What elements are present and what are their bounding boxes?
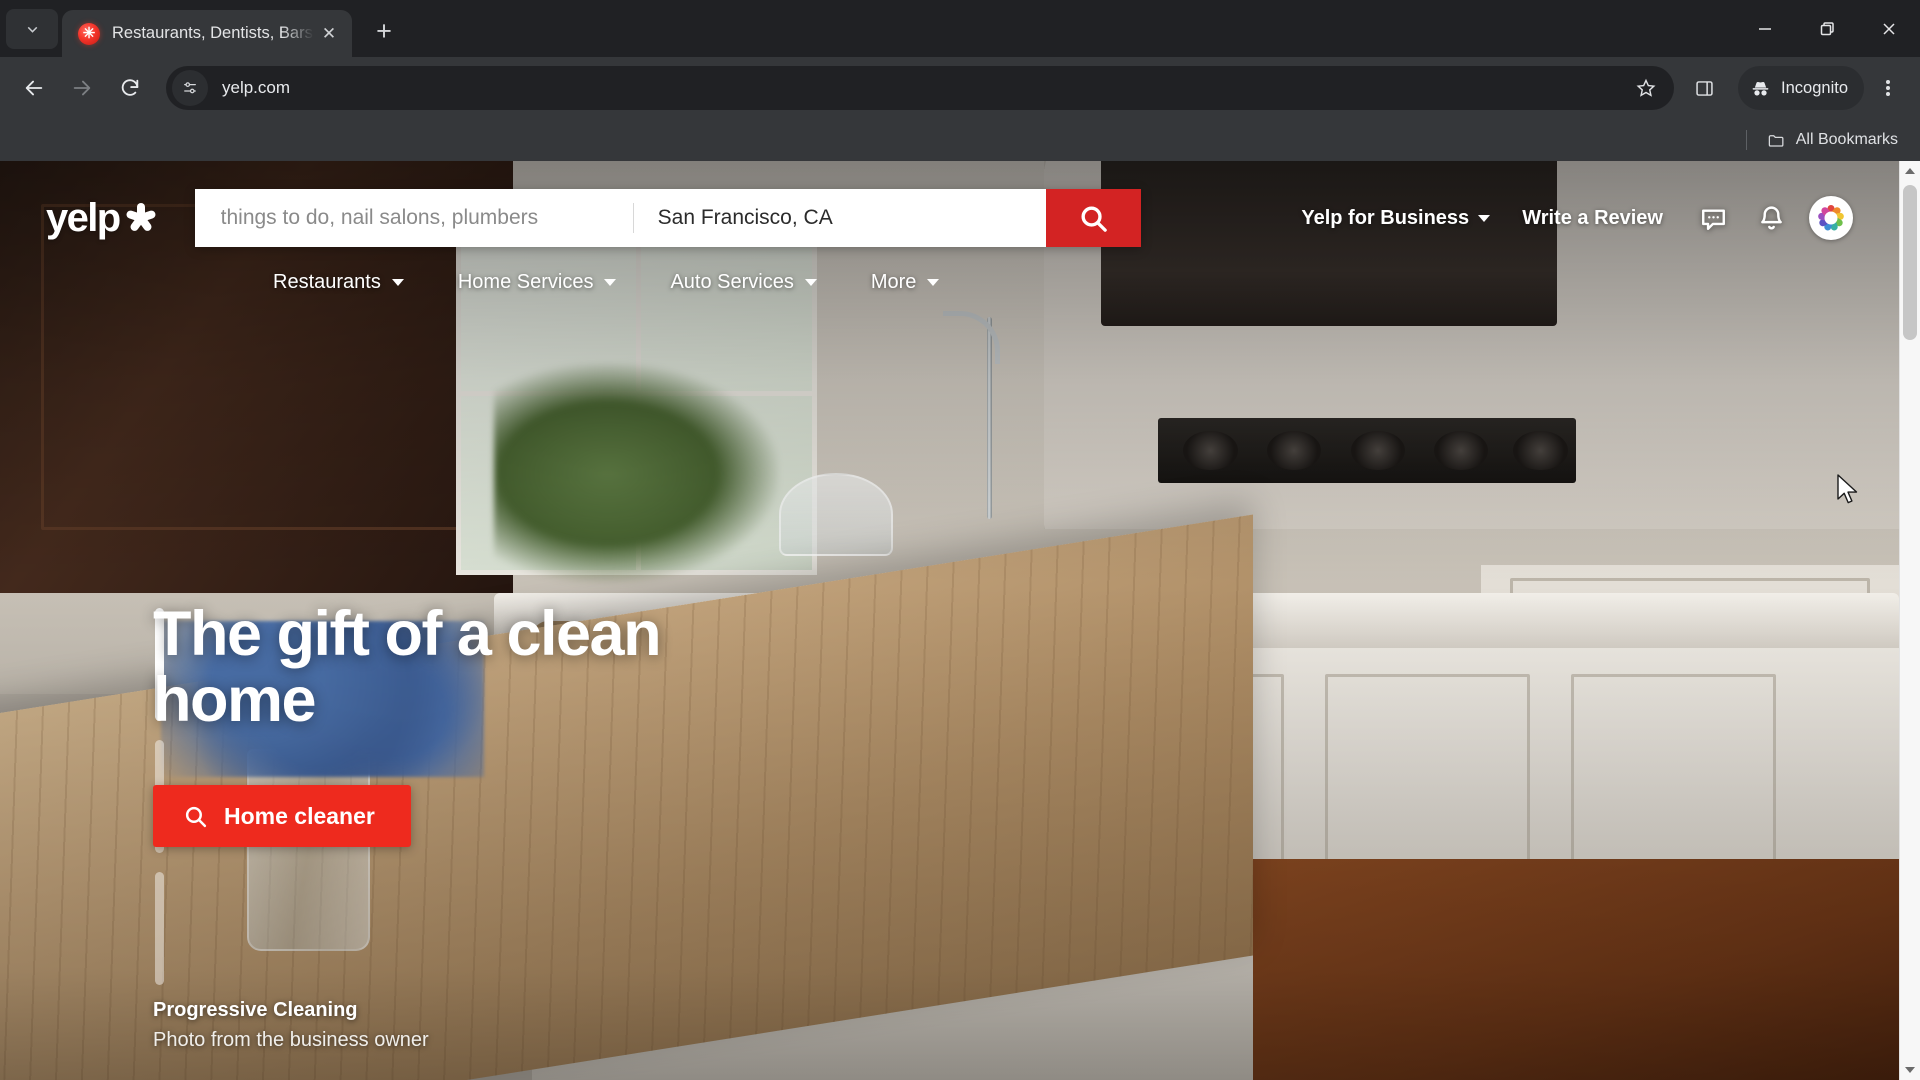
category-home-services[interactable]: Home Services xyxy=(458,261,641,304)
chevron-down-icon xyxy=(27,26,37,33)
scrollbar-track[interactable] xyxy=(1900,181,1920,1060)
chevron-down-icon xyxy=(804,279,817,286)
home-cleaner-cta-button[interactable]: Home cleaner xyxy=(153,785,411,848)
hero-credit-business-name[interactable]: Progressive Cleaning xyxy=(153,999,429,1022)
messages-icon xyxy=(1701,208,1725,230)
reload-button[interactable] xyxy=(108,66,152,110)
hero-copy: The gift of a clean home Home cleaner xyxy=(153,599,662,848)
user-avatar[interactable] xyxy=(1809,196,1853,240)
page-viewport: yelp things to do, nail salons, plumbers… xyxy=(0,161,1920,1080)
scroll-up-button[interactable] xyxy=(1900,161,1920,181)
chevron-down-icon xyxy=(927,279,940,286)
yelp-logo[interactable]: yelp xyxy=(46,198,158,238)
write-a-review-label: Write a Review xyxy=(1522,206,1663,229)
maximize-button[interactable] xyxy=(1796,0,1858,57)
yelp-search-bar xyxy=(194,189,1141,247)
write-a-review-link[interactable]: Write a Review xyxy=(1506,197,1679,240)
messages-button[interactable] xyxy=(1689,194,1737,242)
category-more[interactable]: More xyxy=(871,261,964,304)
yelp-header: yelp things to do, nail salons, plumbers… xyxy=(0,161,1899,304)
category-restaurants-label: Restaurants xyxy=(273,271,381,293)
new-tab-button[interactable]: + xyxy=(364,11,404,51)
search-near-field[interactable] xyxy=(634,189,1046,247)
incognito-indicator[interactable]: Incognito xyxy=(1738,66,1864,110)
yelp-for-business-link[interactable]: Yelp for Business xyxy=(1285,197,1506,240)
category-home-services-label: Home Services xyxy=(457,271,594,293)
scroll-up-arrow-icon xyxy=(1905,168,1915,174)
search-icon xyxy=(185,806,207,827)
category-auto-services[interactable]: Auto Services xyxy=(670,261,840,304)
bookmarks-bar: All Bookmarks xyxy=(0,119,1920,161)
yelp-header-right: Yelp for Business Write a Review xyxy=(1285,194,1853,242)
minimize-button[interactable] xyxy=(1734,0,1796,57)
browser-menu-button[interactable] xyxy=(1868,66,1908,110)
bookmark-star-button[interactable] xyxy=(1626,68,1666,108)
hero-photo-credit: Progressive Cleaning Photo from the busi… xyxy=(153,999,429,1052)
chevron-down-icon xyxy=(391,279,404,286)
hero-credit-source: Photo from the business owner xyxy=(153,1029,429,1051)
yelp-for-business-label: Yelp for Business xyxy=(1301,206,1470,229)
tab-search-button[interactable] xyxy=(6,9,58,49)
search-find-field[interactable] xyxy=(195,189,633,247)
browser-toolbar: yelp.com Incognito xyxy=(0,57,1920,119)
home-cleaner-cta-label: Home cleaner xyxy=(224,802,375,829)
scrollbar-thumb[interactable] xyxy=(1903,185,1917,340)
category-nav: Restaurants Home Services Auto Services … xyxy=(273,261,1853,304)
chevron-down-icon xyxy=(604,279,617,286)
window-controls xyxy=(1734,0,1920,57)
bookmarks-divider xyxy=(1745,130,1747,150)
yelp-homepage: yelp things to do, nail salons, plumbers… xyxy=(0,161,1899,1080)
hero-headline: The gift of a clean home xyxy=(153,599,662,736)
back-button[interactable] xyxy=(12,66,56,110)
browser-tab[interactable]: ✳ Restaurants, Dentists, Bars, Beau ✕ xyxy=(62,10,352,57)
yelp-logo-text: yelp xyxy=(46,196,121,240)
folder-icon xyxy=(1768,134,1784,147)
all-bookmarks-button[interactable]: All Bookmarks xyxy=(1757,125,1908,156)
category-more-label: More xyxy=(870,271,917,293)
yelp-favicon-glyph: ✳ xyxy=(82,25,96,42)
tab-strip: ✳ Restaurants, Dentists, Bars, Beau ✕ + xyxy=(0,0,1920,57)
reload-icon xyxy=(121,79,139,96)
address-bar[interactable]: yelp.com xyxy=(166,66,1675,110)
url-text: yelp.com xyxy=(222,78,291,97)
scroll-down-arrow-icon xyxy=(1905,1067,1915,1073)
notifications-button[interactable] xyxy=(1747,194,1795,242)
chevron-down-icon xyxy=(1478,214,1491,222)
incognito-label: Incognito xyxy=(1781,78,1848,97)
search-submit-button[interactable] xyxy=(1045,189,1141,247)
side-panel-icon xyxy=(1695,80,1713,96)
yelp-burst-icon xyxy=(124,201,158,235)
scroll-down-button[interactable] xyxy=(1900,1060,1920,1080)
search-icon xyxy=(1081,205,1107,232)
forward-button[interactable] xyxy=(60,66,104,110)
tab-close-button[interactable]: ✕ xyxy=(316,21,342,47)
hero-headline-line-1: The gift of a clean xyxy=(153,599,662,669)
close-icon xyxy=(1883,22,1895,35)
all-bookmarks-label: All Bookmarks xyxy=(1795,131,1898,148)
search-find-input[interactable] xyxy=(220,189,619,247)
side-panel-button[interactable] xyxy=(1682,66,1726,110)
yelp-favicon: ✳ xyxy=(78,22,100,45)
browser-window: ✳ Restaurants, Dentists, Bars, Beau ✕ + xyxy=(0,0,1920,1080)
incognito-icon xyxy=(1752,81,1769,95)
tab-title: Restaurants, Dentists, Bars, Beau xyxy=(112,24,316,42)
category-auto-services-label: Auto Services xyxy=(670,271,794,293)
site-settings-icon xyxy=(184,82,196,94)
close-window-button[interactable] xyxy=(1858,0,1920,57)
hero-headline-line-2: home xyxy=(153,665,317,736)
site-settings-button[interactable] xyxy=(172,70,208,106)
category-restaurants[interactable]: Restaurants xyxy=(273,261,428,304)
back-arrow-icon xyxy=(25,80,43,96)
forward-arrow-icon xyxy=(73,80,91,96)
search-near-input[interactable] xyxy=(657,189,1028,247)
star-icon xyxy=(1636,78,1656,97)
kebab-menu-icon xyxy=(1886,78,1890,97)
minimize-icon xyxy=(1759,27,1771,30)
restore-icon xyxy=(1820,21,1834,35)
notifications-bell-icon xyxy=(1760,205,1782,229)
hero-slide-indicator-3[interactable] xyxy=(155,872,164,985)
page-scrollbar[interactable] xyxy=(1899,161,1920,1080)
